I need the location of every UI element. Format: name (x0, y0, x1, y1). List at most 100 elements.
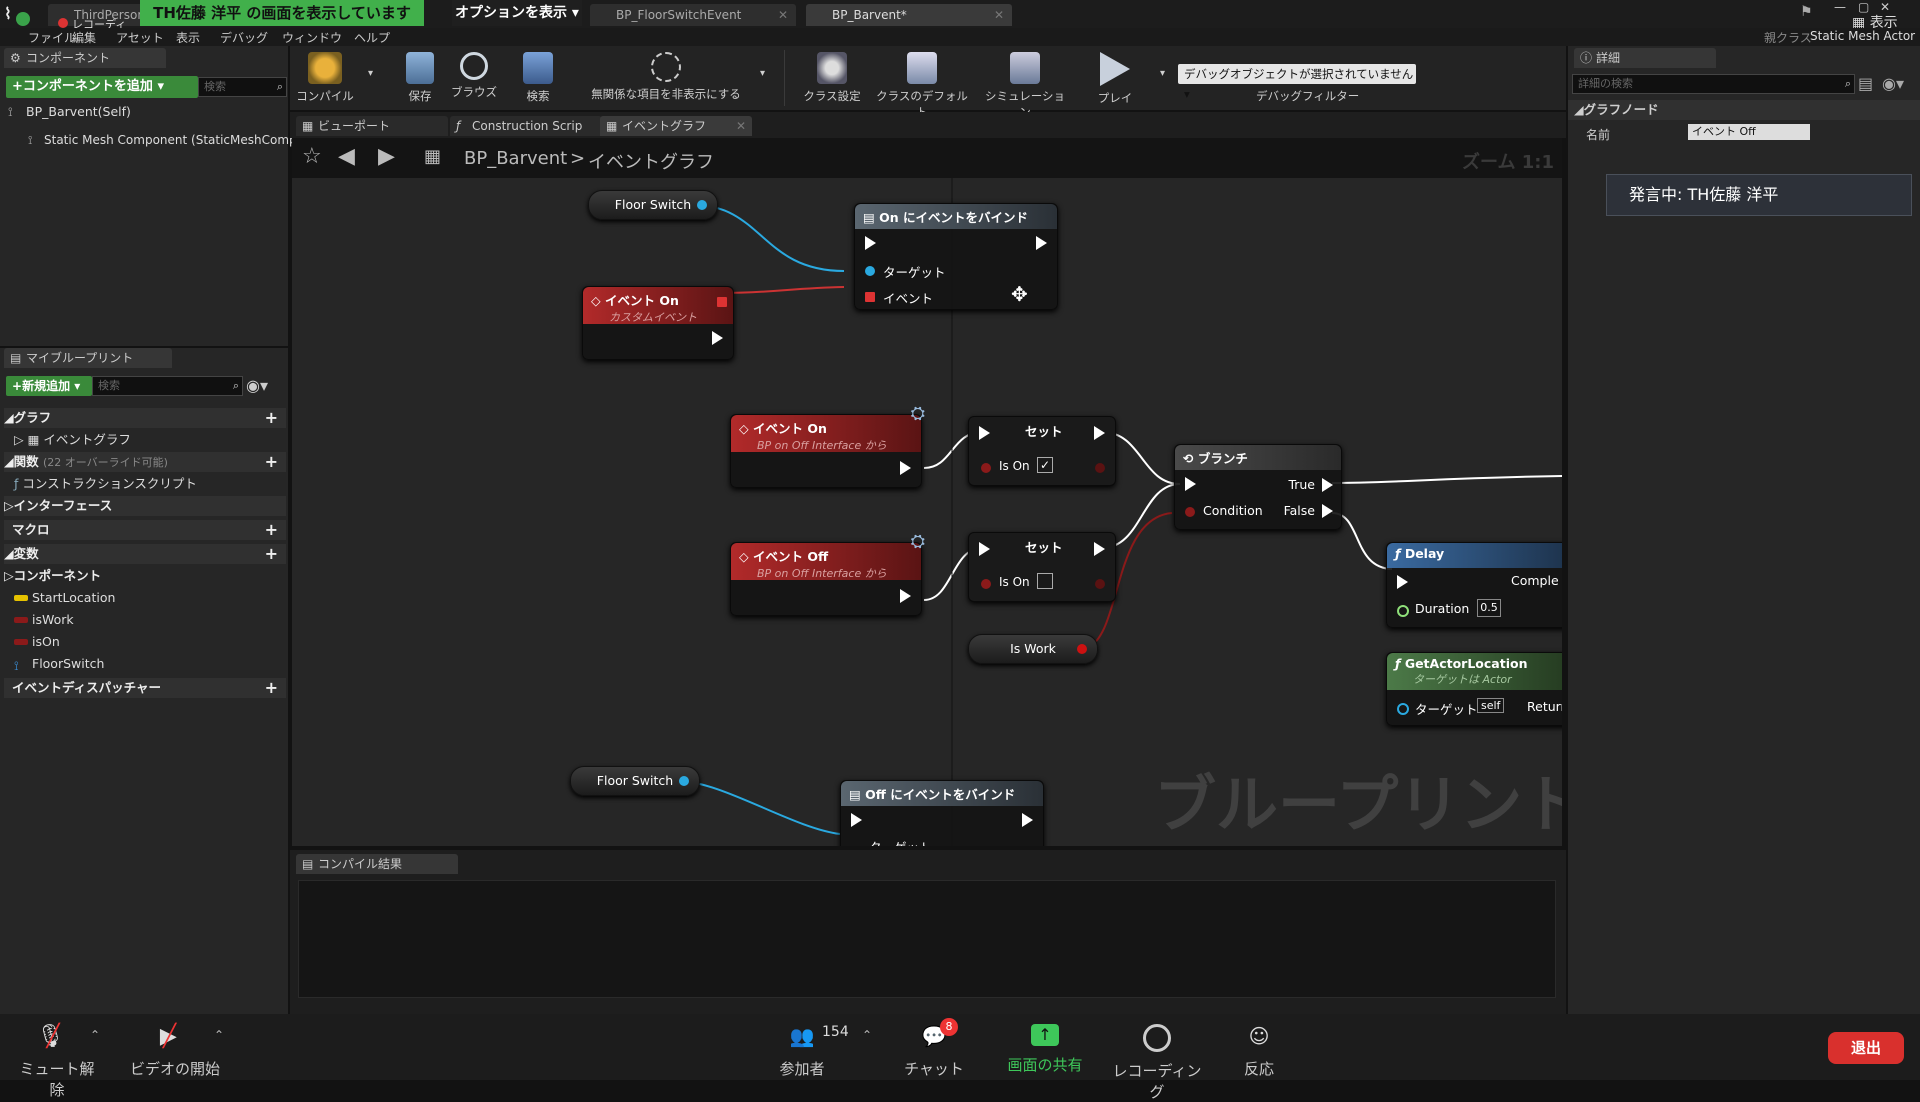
hide-unrelated-button[interactable]: 無関係な項目を非表示にする (586, 46, 746, 108)
debug-object-select[interactable]: デバッグオブジェクトが選択されていません ▾ (1178, 64, 1416, 101)
menu-help[interactable]: ヘルプ (354, 29, 390, 46)
bind-on-event-node[interactable]: ▤ On にイベントをバインド ターゲット イベント ✥ (854, 203, 1058, 310)
add-dispatcher-icon[interactable]: + (265, 678, 278, 698)
delegate-out-pin[interactable] (717, 297, 727, 307)
add-variable-icon[interactable]: + (265, 544, 278, 564)
section-graphs[interactable]: ◢グラフ + (4, 408, 286, 428)
exec-out-pin[interactable] (900, 589, 911, 603)
eye-icon[interactable]: ◉▾ (1882, 74, 1904, 93)
section-macros[interactable]: マクロ + (4, 520, 286, 540)
add-function-icon[interactable]: + (265, 452, 278, 472)
close-icon[interactable]: ✕ (994, 4, 1004, 26)
target-pin[interactable] (1397, 703, 1409, 715)
floor-switch-getter-2[interactable]: Floor Switch (570, 766, 700, 796)
close-icon[interactable]: ✕ (736, 116, 746, 136)
tab-construction-script[interactable]: ƒ Construction Scrip (450, 116, 602, 136)
exec-in-pin[interactable] (979, 426, 990, 440)
delay-node[interactable]: ƒ Delay Comple Duration 0.5 (1386, 542, 1562, 628)
exec-out-pin[interactable] (1036, 236, 1047, 250)
object-output-pin[interactable] (679, 776, 689, 786)
tab-viewport[interactable]: ▦ ビューポート (296, 116, 448, 136)
section-event-dispatchers[interactable]: イベントディスパッチャー + (4, 678, 286, 698)
ison-in-pin[interactable] (981, 463, 991, 473)
menu-debug[interactable]: デバッグ (220, 29, 268, 46)
true-exec-pin[interactable] (1322, 478, 1333, 492)
exec-in-pin[interactable] (1185, 477, 1196, 491)
target-pin[interactable] (865, 266, 875, 276)
components-search-input[interactable]: 検索 ⌕ (198, 77, 287, 97)
component-self[interactable]: ⟟ BP_Barvent(Self) (4, 102, 308, 122)
play-button[interactable]: プレイ (1092, 46, 1138, 108)
event-pin[interactable] (865, 292, 875, 302)
menu-edit[interactable]: 編集 (72, 29, 96, 46)
reactions-button[interactable]: ☺ 反応 (1232, 1024, 1286, 1079)
branch-node[interactable]: ⟲ ブランチ Condition True False (1174, 444, 1342, 530)
exec-out-pin[interactable] (900, 461, 911, 475)
item-event-graph[interactable]: ▷ ▦ イベントグラフ (4, 430, 296, 450)
ison-checkbox-checked[interactable]: ✓ (1037, 457, 1053, 473)
var-iswork[interactable]: isWork (4, 610, 314, 630)
ison-in-pin[interactable] (981, 579, 991, 589)
hide-dropdown-icon[interactable]: ▾ (760, 68, 765, 79)
my-blueprint-tab[interactable]: ▤ マイブループリント (4, 348, 172, 368)
duration-value-input[interactable]: 0.5 (1477, 599, 1501, 617)
item-construction-script[interactable]: ƒ コンストラクションスクリプト (4, 474, 296, 494)
simulation-button[interactable]: シミュレーション (980, 46, 1070, 119)
grid-view-icon[interactable]: ▤ (1858, 74, 1873, 93)
find-button[interactable]: 検索 (518, 46, 558, 108)
menu-file[interactable]: ファイル (28, 29, 76, 46)
blueprint-search-input[interactable]: 検索 ⌕ (92, 376, 243, 396)
ison-out-pin[interactable] (1095, 463, 1105, 473)
var-startlocation[interactable]: StartLocation (4, 588, 314, 608)
parent-class-value[interactable]: Static Mesh Actor (1810, 29, 1915, 43)
category-components[interactable]: ▷コンポーネント (4, 566, 286, 586)
close-icon[interactable]: ✕ (778, 4, 788, 26)
set-ison-node-1[interactable]: セット Is On ✓ (968, 416, 1116, 486)
browse-button[interactable]: ブラウズ (448, 46, 500, 108)
name-input[interactable]: イベント Off (1688, 124, 1810, 140)
is-work-getter[interactable]: Is Work (968, 634, 1098, 664)
exec-in-pin[interactable] (1397, 575, 1408, 589)
condition-pin[interactable] (1185, 507, 1195, 517)
class-settings-button[interactable]: クラス設定 (800, 46, 864, 108)
compile-dropdown-icon[interactable]: ▾ (368, 68, 373, 79)
graph-node-section[interactable]: ◢グラフノード (1568, 100, 1920, 120)
compile-button[interactable]: コンパイル (296, 46, 354, 108)
add-graph-icon[interactable]: + (265, 408, 278, 428)
bool-output-pin[interactable] (1077, 644, 1087, 654)
menu-view[interactable]: 表示 (176, 29, 200, 46)
var-ison[interactable]: isOn (4, 632, 314, 652)
share-screen-button[interactable]: ↑ 画面の共有 (1000, 1024, 1090, 1075)
compile-results-tab[interactable]: ▤ コンパイル結果 (296, 854, 458, 874)
tab-bp-floorswitchevent[interactable]: BP_FloorSwitchEvent ✕ (590, 4, 796, 26)
section-variables[interactable]: ◢変数 + (4, 544, 286, 564)
bind-off-event-node[interactable]: ▤ Off にイベントをバインド ターゲット (840, 780, 1044, 846)
interface-event-on-node[interactable]: ◇ イベント On BP on Off Interface から ⛭ (730, 403, 925, 488)
exec-out-pin[interactable] (1022, 813, 1033, 827)
exec-in-pin[interactable] (865, 236, 876, 250)
details-tab[interactable]: ⓘ 詳細 (1574, 48, 1716, 68)
add-component-button[interactable]: +コンポーネントを追加 ▾ (6, 76, 198, 98)
recording-button[interactable]: レコーディング (1112, 1024, 1202, 1102)
exec-out-pin[interactable] (1094, 542, 1105, 556)
audio-options-chevron-icon[interactable]: ⌃ (90, 1028, 100, 1042)
set-ison-node-2[interactable]: セット Is On (968, 532, 1116, 602)
video-options-chevron-icon[interactable]: ⌃ (214, 1028, 224, 1042)
section-interfaces[interactable]: ▷インターフェース (4, 496, 286, 516)
exec-out-pin[interactable] (1094, 426, 1105, 440)
blueprint-graph-canvas[interactable]: ☆ ◀ ▶ ▦ BP_Barvent > イベントグラフ ズーム 1:1 Flo… (292, 138, 1562, 846)
tab-bp-barvent[interactable]: BP_Barvent* ✕ (806, 4, 1012, 26)
eye-icon[interactable]: ◉▾ (246, 376, 268, 395)
get-actor-location-node[interactable]: ƒ GetActorLocation ターゲットは Actor ターゲット sel… (1386, 652, 1562, 726)
tab-event-graph[interactable]: ▦ イベントグラフ ✕ (600, 116, 752, 136)
view-options-dropdown[interactable]: オプションを表示 ▾ (452, 0, 582, 26)
floor-switch-getter-1[interactable]: Floor Switch (588, 190, 718, 220)
minimize-icon[interactable]: — (1834, 0, 1846, 14)
notification-icon[interactable]: ⚑ (1800, 4, 1813, 20)
new-add-button[interactable]: +新規追加 ▾ (6, 376, 92, 396)
duration-pin[interactable] (1397, 605, 1409, 617)
unmute-button[interactable]: 🎙╱ ミュート解除 (14, 1024, 100, 1100)
leave-meeting-button[interactable]: 退出 (1828, 1032, 1904, 1064)
components-tab[interactable]: ⚙ コンポーネント (4, 48, 166, 68)
menu-asset[interactable]: アセット (116, 29, 164, 46)
